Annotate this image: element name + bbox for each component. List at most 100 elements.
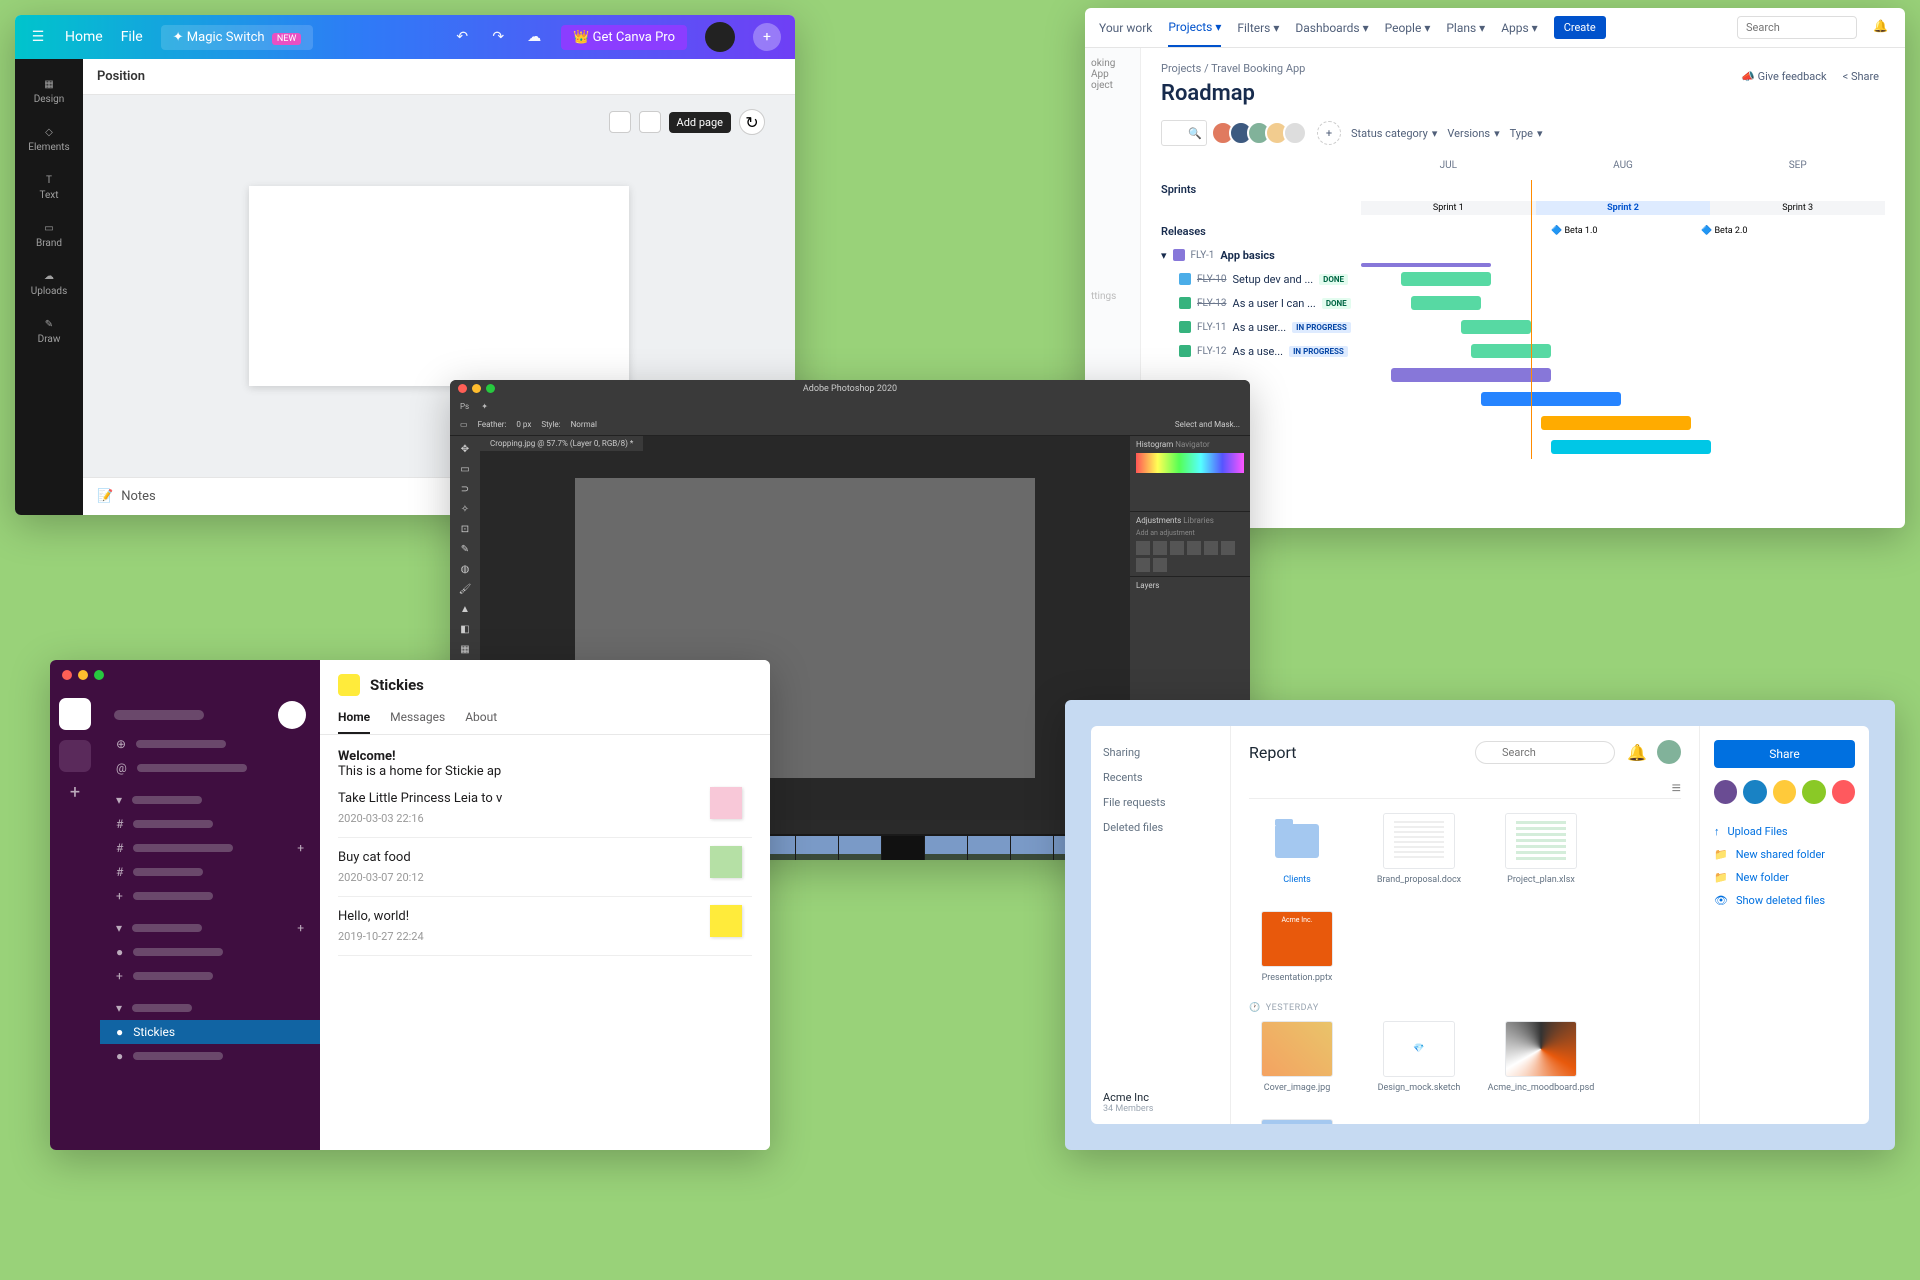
jira-nav: Your work Projects ▾ Filters ▾ Dashboard… <box>1085 8 1905 48</box>
create-button[interactable]: Create <box>1554 16 1606 39</box>
nav-apps[interactable]: Apps ▾ <box>1501 21 1538 35</box>
sticky-note[interactable]: Take Little Princess Leia to v2020-03-03… <box>338 779 752 838</box>
ps-options-bar: ▭Feather:0 px Style:NormalSelect and Mas… <box>450 414 1250 436</box>
share-link[interactable]: < Share <box>1843 70 1879 83</box>
canvas-page[interactable] <box>249 186 629 386</box>
file-item[interactable]: Cover_image.jpg <box>1249 1021 1345 1093</box>
tab-messages[interactable]: Messages <box>390 710 445 734</box>
workspace-name[interactable] <box>114 710 204 720</box>
sidebar-stickies[interactable]: ●Stickies <box>100 1020 320 1044</box>
link-show-deleted[interactable]: 👁Show deleted files <box>1714 889 1855 912</box>
view-list-icon[interactable]: ≡ <box>1672 778 1681 798</box>
marquee-tool[interactable]: ▭ <box>454 460 476 478</box>
nav-projects[interactable]: Projects ▾ <box>1168 20 1221 47</box>
heal-tool[interactable]: ◍ <box>454 560 476 578</box>
slack-sidebar: ⊕ @ ▾ # #+ # + ▾+ ● + ▾ ●Stickies ● <box>100 660 320 1150</box>
dropbox-window: Sharing Recents File requests Deleted fi… <box>1065 700 1895 1150</box>
nav-recents[interactable]: Recents <box>1103 765 1218 790</box>
sidebar-uploads[interactable]: ☁Uploads <box>15 261 83 307</box>
get-pro-button[interactable]: 👑 Get Canva Pro <box>561 25 687 50</box>
eraser-tool[interactable]: ◧ <box>454 620 476 638</box>
position-bar[interactable]: Position <box>83 59 795 95</box>
file-item[interactable]: Rollout_map.pdf <box>1249 1119 1345 1124</box>
menu-icon[interactable]: ☰ <box>29 28 47 46</box>
task-row[interactable]: FLY-10 Setup dev and ... DONE <box>1161 267 1885 291</box>
file-item[interactable]: Brand_proposal.docx <box>1371 813 1467 885</box>
nav-people[interactable]: People ▾ <box>1385 21 1431 35</box>
move-tool[interactable]: ✥ <box>454 440 476 458</box>
bell-icon[interactable]: 🔔 <box>1627 743 1645 761</box>
sidebar-brand[interactable]: ▭Brand <box>15 213 83 259</box>
filter-search[interactable]: 🔍 <box>1161 120 1207 146</box>
nav-filerequests[interactable]: File requests <box>1103 790 1218 815</box>
feedback-link[interactable]: 📣 Give feedback <box>1741 70 1826 83</box>
workspace-icon[interactable] <box>59 740 91 772</box>
versions-filter[interactable]: Versions ▾ <box>1447 127 1499 140</box>
page-title: Roadmap <box>1161 81 1885 106</box>
type-filter[interactable]: Type ▾ <box>1510 127 1543 140</box>
redo-icon[interactable]: ↷ <box>489 28 507 46</box>
nav-filters[interactable]: Filters ▾ <box>1237 21 1279 35</box>
add-page-icon[interactable] <box>639 111 661 133</box>
stickies-icon <box>338 674 360 696</box>
avatar[interactable] <box>705 22 735 52</box>
sticky-note[interactable]: Hello, world!2019-10-27 22:24 <box>338 897 752 956</box>
sidebar-draw[interactable]: ✎Draw <box>15 309 83 355</box>
nav-dashboards[interactable]: Dashboards ▾ <box>1295 21 1368 35</box>
magic-switch-button[interactable]: ✦ Magic Switch NEW <box>161 25 314 50</box>
sidebar-design[interactable]: ▦Design <box>15 69 83 115</box>
link-shared-folder[interactable]: 📁New shared folder <box>1714 843 1855 866</box>
folder-clients[interactable]: Clients <box>1249 813 1345 885</box>
stamp-tool[interactable]: ▲ <box>454 600 476 618</box>
welcome-heading: Welcome! <box>338 749 752 764</box>
task-row[interactable]: FLY-12 As a use... IN PROGRESS <box>1161 339 1885 363</box>
file-item[interactable]: 💎Design_mock.sketch <box>1371 1021 1467 1093</box>
team-footer[interactable]: Acme Inc34 Members <box>1103 1091 1153 1114</box>
tab-home[interactable]: Home <box>338 710 370 734</box>
nav-plans[interactable]: Plans ▾ <box>1446 21 1485 35</box>
nav-yourwork[interactable]: Your work <box>1099 21 1152 35</box>
member-avatars[interactable] <box>1714 780 1855 804</box>
section-yesterday: 🕐YESTERDAY <box>1249 1003 1681 1013</box>
avatar[interactable] <box>1657 740 1681 764</box>
add-icon[interactable]: + <box>753 23 781 51</box>
bell-icon[interactable]: 🔔 <box>1873 19 1891 37</box>
link-new-folder[interactable]: 📁New folder <box>1714 866 1855 889</box>
sidebar-elements[interactable]: ◇Elements <box>15 117 83 163</box>
file-item[interactable]: Project_plan.xlsx <box>1493 813 1589 885</box>
wand-tool[interactable]: ✧ <box>454 500 476 518</box>
search-input[interactable] <box>1737 16 1857 39</box>
sidebar-text[interactable]: TText <box>15 165 83 211</box>
undo-icon[interactable]: ↶ <box>453 28 471 46</box>
duplicate-page-icon[interactable] <box>609 111 631 133</box>
refresh-icon[interactable]: ↻ <box>739 109 765 135</box>
assignee-avatars[interactable] <box>1217 121 1307 145</box>
lasso-tool[interactable]: ⊃ <box>454 480 476 498</box>
compose-icon[interactable] <box>278 701 306 729</box>
eyedrop-tool[interactable]: ✎ <box>454 540 476 558</box>
nav-deleted[interactable]: Deleted files <box>1103 815 1218 840</box>
document-tab[interactable]: Cropping.jpg @ 57.7% (Layer 0, RGB/8) * <box>480 436 643 451</box>
crop-tool[interactable]: ⊡ <box>454 520 476 538</box>
sticky-note[interactable]: Buy cat food2020-03-07 20:12 <box>338 838 752 897</box>
brush-tool[interactable]: 🖌 <box>454 580 476 598</box>
gradient-tool[interactable]: ▦ <box>454 640 476 658</box>
tab-about[interactable]: About <box>465 710 497 734</box>
workspace-icon[interactable] <box>59 698 91 730</box>
nav-sharing[interactable]: Sharing <box>1103 740 1218 765</box>
add-workspace-icon[interactable]: + <box>70 782 80 803</box>
file-item[interactable]: Acme Inc.Presentation.pptx <box>1249 911 1345 983</box>
task-row[interactable]: FLY-13 As a user I can ... DONE <box>1161 291 1885 315</box>
epic-row[interactable]: ▾ FLY-1 App basics <box>1161 243 1885 267</box>
add-people-icon[interactable]: + <box>1317 121 1341 145</box>
nav-home[interactable]: Home <box>65 29 103 45</box>
link-upload[interactable]: ↑Upload Files <box>1714 820 1855 843</box>
cloud-icon[interactable]: ☁ <box>525 28 543 46</box>
share-button[interactable]: Share <box>1714 740 1855 768</box>
slack-main: Stickies Home Messages About Welcome! Th… <box>320 660 770 1150</box>
status-filter[interactable]: Status category ▾ <box>1351 127 1437 140</box>
task-row[interactable]: FLY-11 As a user... IN PROGRESS <box>1161 315 1885 339</box>
nav-file[interactable]: File <box>121 29 143 45</box>
search-input[interactable] <box>1475 741 1615 764</box>
file-item[interactable]: Acme_inc_moodboard.psd <box>1493 1021 1589 1093</box>
